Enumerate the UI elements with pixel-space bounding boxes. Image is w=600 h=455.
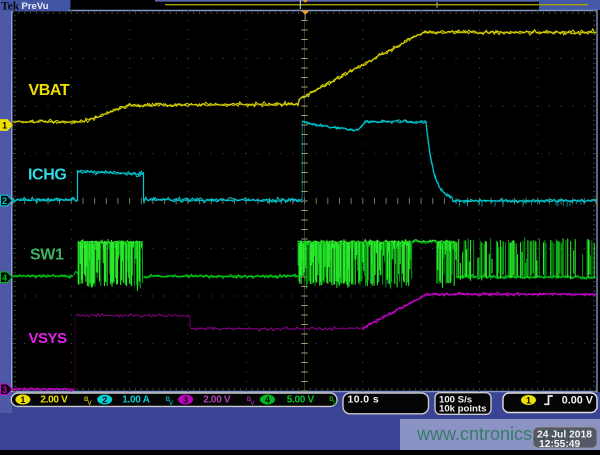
svg-text:3: 3 — [2, 385, 7, 395]
svg-text:Tek: Tek — [1, 1, 20, 13]
svg-text:SW1: SW1 — [30, 247, 64, 264]
svg-text:2: 2 — [2, 196, 7, 206]
svg-text:4: 4 — [265, 395, 270, 405]
svg-text:1.00 A: 1.00 A — [122, 394, 149, 405]
svg-text:ICHG: ICHG — [28, 167, 66, 184]
svg-text:2.00 V: 2.00 V — [40, 394, 68, 405]
svg-text:1: 1 — [526, 395, 531, 405]
svg-text:VSYS: VSYS — [29, 330, 68, 347]
svg-text:10k points: 10k points — [439, 404, 486, 415]
svg-text:2.00 V: 2.00 V — [203, 394, 231, 405]
svg-text:2: 2 — [102, 395, 107, 405]
svg-text:12:55:49: 12:55:49 — [539, 439, 580, 450]
svg-text:VBAT: VBAT — [29, 82, 70, 99]
svg-text:0.00 V: 0.00 V — [562, 395, 594, 407]
svg-text:10.0 s: 10.0 s — [348, 394, 380, 406]
svg-text:5.00 V: 5.00 V — [287, 394, 315, 405]
svg-text:1: 1 — [20, 395, 25, 405]
svg-text:1: 1 — [2, 121, 7, 131]
svg-text:3: 3 — [183, 395, 188, 405]
svg-text:PreVu: PreVu — [22, 1, 49, 12]
svg-text:4: 4 — [2, 273, 7, 283]
